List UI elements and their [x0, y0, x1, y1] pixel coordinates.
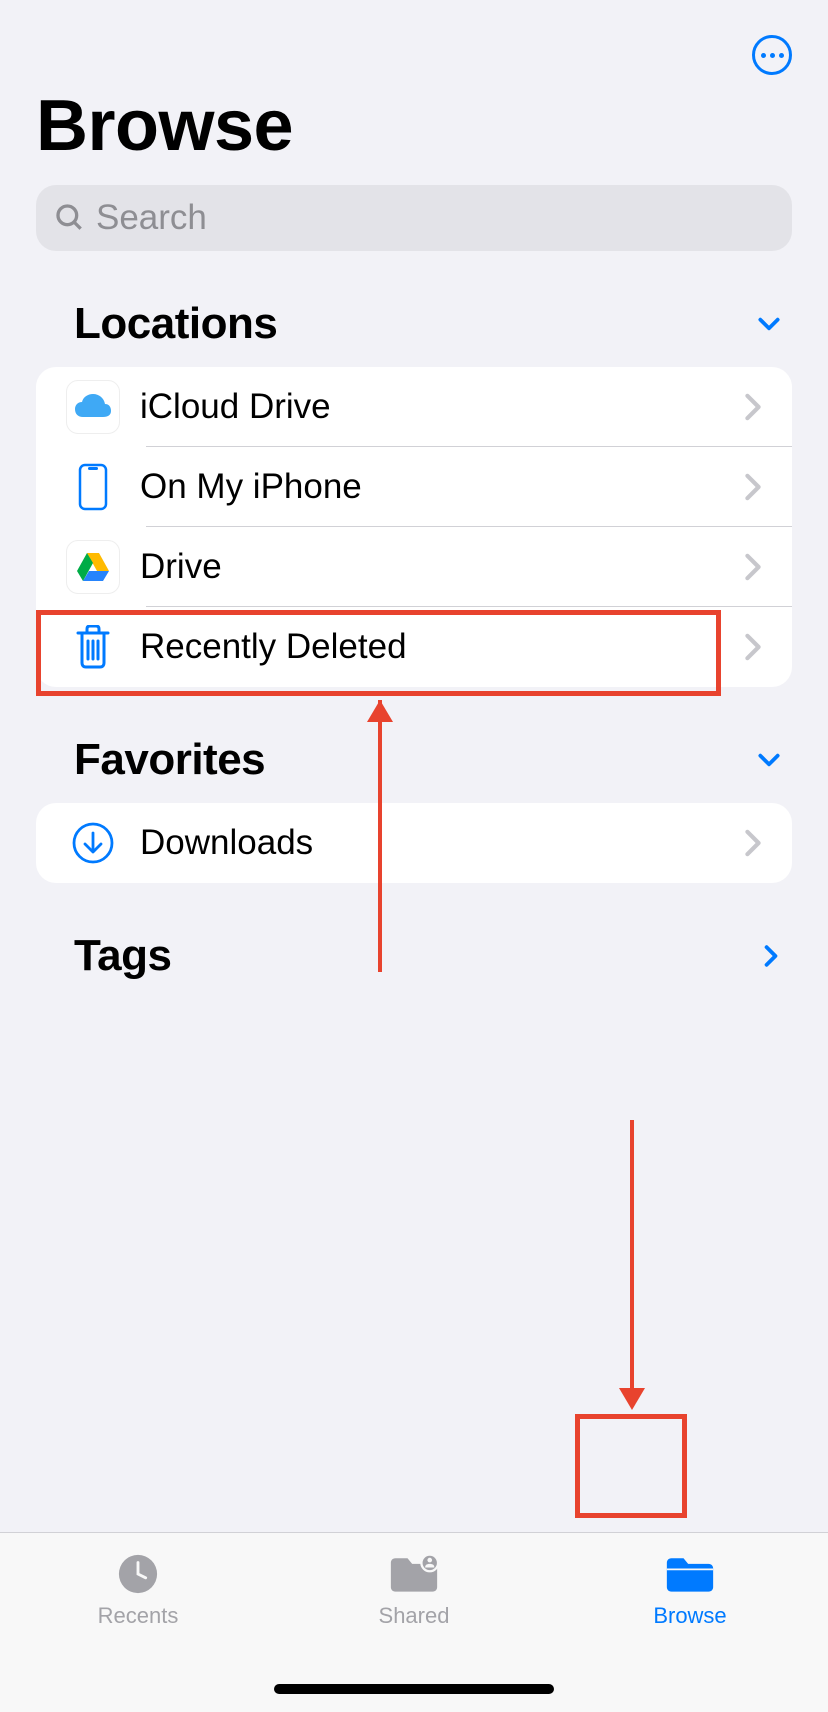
- favorites-list: Downloads: [36, 803, 792, 883]
- trash-icon: [66, 620, 120, 674]
- chevron-right-icon: [744, 633, 762, 661]
- location-item-iphone[interactable]: On My iPhone: [36, 447, 792, 527]
- more-options-button[interactable]: [752, 35, 792, 75]
- tab-browse[interactable]: Browse: [590, 1553, 790, 1629]
- icloud-icon: [66, 380, 120, 434]
- chevron-down-icon: [756, 311, 782, 337]
- list-item-label: Downloads: [140, 823, 744, 863]
- tab-label: Recents: [98, 1603, 179, 1629]
- page-title: Browse: [0, 75, 828, 185]
- chevron-right-icon: [760, 945, 782, 967]
- download-icon: [66, 816, 120, 870]
- home-indicator[interactable]: [274, 1684, 554, 1694]
- tab-label: Browse: [653, 1603, 726, 1629]
- annotation-highlight-browse-tab: [575, 1414, 687, 1518]
- chevron-right-icon: [744, 829, 762, 857]
- list-item-label: Recently Deleted: [140, 627, 744, 667]
- tags-section-header[interactable]: Tags: [0, 883, 828, 999]
- location-item-icloud[interactable]: iCloud Drive: [36, 367, 792, 447]
- tags-title: Tags: [74, 931, 171, 981]
- gdrive-icon: [66, 540, 120, 594]
- favorite-item-downloads[interactable]: Downloads: [36, 803, 792, 883]
- chevron-right-icon: [744, 393, 762, 421]
- tab-recents[interactable]: Recents: [38, 1553, 238, 1629]
- favorites-title: Favorites: [74, 735, 265, 785]
- list-item-label: Drive: [140, 547, 744, 587]
- search-bar[interactable]: [36, 185, 792, 251]
- folder-icon: [665, 1553, 715, 1595]
- list-item-label: On My iPhone: [140, 467, 744, 507]
- chevron-right-icon: [744, 473, 762, 501]
- shared-folder-icon: [389, 1553, 439, 1595]
- more-dot-icon: [779, 53, 784, 58]
- favorites-section-header[interactable]: Favorites: [0, 687, 828, 803]
- annotation-arrow: [630, 1120, 634, 1402]
- list-item-label: iCloud Drive: [140, 387, 744, 427]
- search-input[interactable]: [96, 198, 774, 238]
- tab-shared[interactable]: Shared: [314, 1553, 514, 1629]
- chevron-right-icon: [744, 553, 762, 581]
- annotation-arrow-head: [367, 700, 393, 722]
- more-dot-icon: [770, 53, 775, 58]
- locations-title: Locations: [74, 299, 277, 349]
- location-item-gdrive[interactable]: Drive: [36, 527, 792, 607]
- annotation-arrow-head: [619, 1388, 645, 1410]
- location-item-recently-deleted[interactable]: Recently Deleted: [36, 607, 792, 687]
- clock-icon: [113, 1553, 163, 1595]
- more-dot-icon: [761, 53, 766, 58]
- search-icon: [54, 202, 86, 234]
- tab-label: Shared: [379, 1603, 450, 1629]
- iphone-icon: [66, 460, 120, 514]
- locations-section-header[interactable]: Locations: [0, 251, 828, 367]
- locations-list: iCloud Drive On My iPhone: [36, 367, 792, 687]
- chevron-down-icon: [756, 747, 782, 773]
